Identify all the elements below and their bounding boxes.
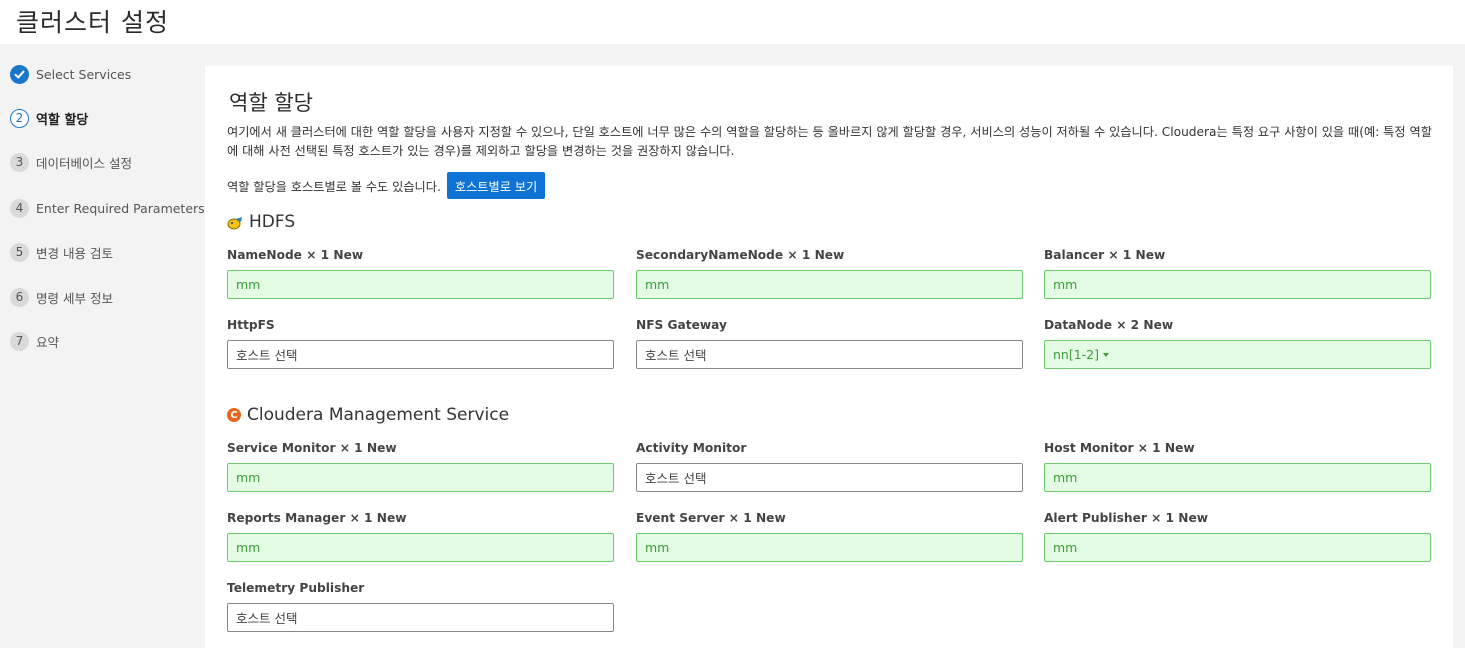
role-label: Host Monitor × 1 New <box>1044 441 1195 455</box>
caret-down-icon <box>1103 352 1110 357</box>
view-by-host-button[interactable]: 호스트별로 보기 <box>446 172 546 199</box>
host-view-text: 역할 할당을 호스트별로 볼 수도 있습니다. <box>227 179 441 194</box>
host-value: mm <box>1053 277 1078 292</box>
secondarynamenode-host-field[interactable]: mm <box>636 270 1023 299</box>
host-monitor-host-field[interactable]: mm <box>1044 463 1431 492</box>
step-label: 명령 세부 정보 <box>36 290 113 306</box>
step-label: 변경 내용 검토 <box>36 245 113 261</box>
cloudera-manager-icon: C <box>227 408 241 422</box>
role-label: Balancer × 1 New <box>1044 248 1166 262</box>
hdfs-icon <box>227 215 243 230</box>
nfs-gateway-host-field[interactable]: 호스트 선택 <box>636 340 1023 369</box>
host-value: mm <box>1053 540 1078 555</box>
step-number: 7 <box>10 331 29 351</box>
telemetry-publisher-host-field[interactable]: 호스트 선택 <box>227 603 614 632</box>
step-summary[interactable]: 7 요약 <box>10 329 59 353</box>
role-label: Event Server × 1 New <box>636 511 786 525</box>
host-value: 호스트 선택 <box>236 611 298 626</box>
step-label: 데이터베이스 설정 <box>36 155 132 171</box>
step-role-assignment[interactable]: 2 역할 할당 <box>10 106 88 130</box>
role-label: Service Monitor × 1 New <box>227 441 397 455</box>
page-title: 클러스터 설정 <box>16 8 169 37</box>
role-label: DataNode × 2 New <box>1044 318 1174 332</box>
step-command-details[interactable]: 6 명령 세부 정보 <box>10 285 113 309</box>
role-label: NameNode × 1 New <box>227 248 364 262</box>
alert-publisher-host-field[interactable]: mm <box>1044 533 1431 562</box>
step-number: 6 <box>10 287 29 307</box>
host-value: mm <box>1053 470 1078 485</box>
datanode-host-field[interactable]: nn[1-2] <box>1044 340 1431 369</box>
step-label: Select Services <box>36 66 132 82</box>
host-value: 호스트 선택 <box>645 471 707 486</box>
balancer-host-field[interactable]: mm <box>1044 270 1431 299</box>
host-value: mm <box>236 540 261 555</box>
service-monitor-host-field[interactable]: mm <box>227 463 614 492</box>
step-required-parameters[interactable]: 4 Enter Required Parameters <box>10 196 205 220</box>
role-label: SecondaryNameNode × 1 New <box>636 248 845 262</box>
role-label: Activity Monitor <box>636 441 747 455</box>
activity-monitor-host-field[interactable]: 호스트 선택 <box>636 463 1023 492</box>
namenode-host-field[interactable]: mm <box>227 270 614 299</box>
role-label: Alert Publisher × 1 New <box>1044 511 1208 525</box>
step-review-changes[interactable]: 5 변경 내용 검토 <box>10 240 113 264</box>
role-label: Reports Manager × 1 New <box>227 511 407 525</box>
reports-manager-host-field[interactable]: mm <box>227 533 614 562</box>
step-label: 역할 할당 <box>36 112 89 128</box>
role-label: HttpFS <box>227 318 275 332</box>
role-label: NFS Gateway <box>636 318 727 332</box>
host-value: nn[1-2] <box>1053 347 1100 362</box>
host-view-row: 역할 할당을 호스트별로 볼 수도 있습니다. 호스트별로 보기 <box>227 172 546 199</box>
host-value: mm <box>236 470 261 485</box>
step-label: Enter Required Parameters <box>36 200 205 216</box>
host-value: 호스트 선택 <box>645 348 707 363</box>
host-value: 호스트 선택 <box>236 348 298 363</box>
main-panel: 역할 할당 여기에서 새 클러스터에 대한 역할 할당을 사용자 지정할 수 있… <box>205 66 1453 648</box>
service-name: HDFS <box>249 212 296 232</box>
description-text: 여기에서 새 클러스터에 대한 역할 할당을 사용자 지정할 수 있으나, 단일… <box>227 125 1432 158</box>
step-number: 5 <box>10 242 29 262</box>
step-number: 2 <box>10 108 29 128</box>
service-name: Cloudera Management Service <box>247 405 510 425</box>
step-number: 4 <box>10 198 29 218</box>
step-number: 3 <box>10 152 29 172</box>
event-server-host-field[interactable]: mm <box>636 533 1023 562</box>
section-heading: 역할 할당 <box>229 91 313 115</box>
check-icon <box>10 64 29 84</box>
service-title-cloudera-management: C Cloudera Management Service <box>227 405 509 425</box>
top-bar: 클러스터 설정 <box>0 0 1465 44</box>
host-value: mm <box>645 277 670 292</box>
role-label: Telemetry Publisher <box>227 581 365 595</box>
step-database-setup[interactable]: 3 데이터베이스 설정 <box>10 150 132 174</box>
service-title-hdfs: HDFS <box>227 212 295 232</box>
host-value: mm <box>645 540 670 555</box>
step-select-services[interactable]: Select Services <box>10 62 131 86</box>
step-label: 요약 <box>36 334 60 350</box>
host-value: mm <box>236 277 261 292</box>
httpfs-host-field[interactable]: 호스트 선택 <box>227 340 614 369</box>
